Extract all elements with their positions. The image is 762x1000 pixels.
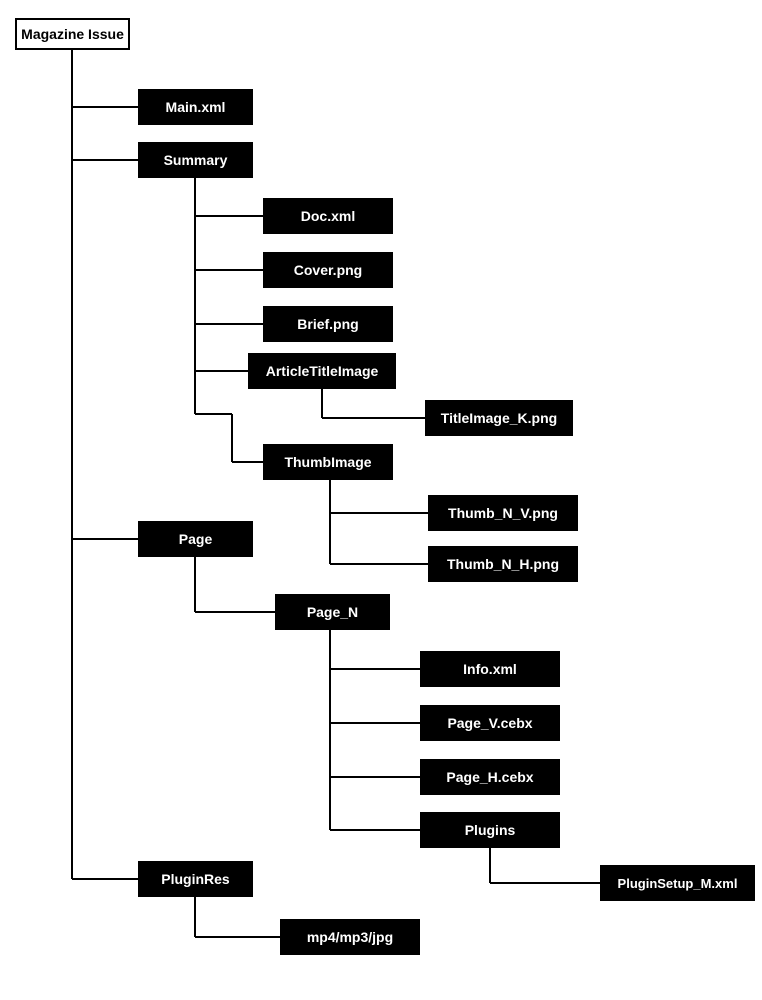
node-info-xml: Info.xml (420, 651, 560, 687)
node-thumbimage: ThumbImage (263, 444, 393, 480)
node-thumb-n-v-png: Thumb_N_V.png (428, 495, 578, 531)
node-titleimage-k-png: TitleImage_K.png (425, 400, 573, 436)
node-page-v-cebx: Page_V.cebx (420, 705, 560, 741)
node-doc-xml: Doc.xml (263, 198, 393, 234)
node-pluginsetup-m-xml: PluginSetup_M.xml (600, 865, 755, 901)
node-brief-png: Brief.png (263, 306, 393, 342)
connectors (0, 0, 762, 1000)
node-pluginres: PluginRes (138, 861, 253, 897)
node-page-h-cebx: Page_H.cebx (420, 759, 560, 795)
node-cover-png: Cover.png (263, 252, 393, 288)
node-page: Page (138, 521, 253, 557)
node-article-title-image: ArticleTitleImage (248, 353, 396, 389)
node-plugins: Plugins (420, 812, 560, 848)
node-thumb-n-h-png: Thumb_N_H.png (428, 546, 578, 582)
node-media: mp4/mp3/jpg (280, 919, 420, 955)
node-page-n: Page_N (275, 594, 390, 630)
tree-diagram: Magazine Issue Main.xml Summary Doc.xml … (0, 0, 762, 1000)
node-summary: Summary (138, 142, 253, 178)
node-magazine-issue: Magazine Issue (15, 18, 130, 50)
node-main-xml: Main.xml (138, 89, 253, 125)
